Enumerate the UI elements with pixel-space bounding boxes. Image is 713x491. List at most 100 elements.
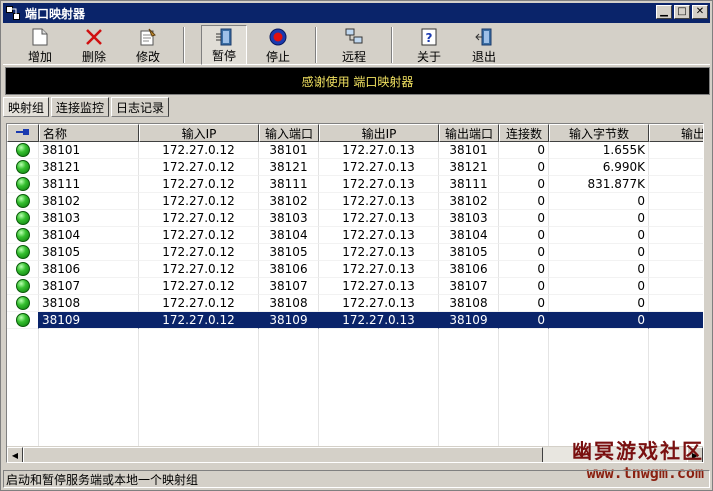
name-cell: 38121 [39, 159, 139, 176]
table-row[interactable]: 38103 172.27.0.12 38103 172.27.0.13 3810… [7, 210, 703, 227]
connections-cell: 0 [499, 278, 549, 295]
input-bytes-cell: 0 [549, 278, 649, 295]
column-header-connections[interactable]: 连接数 [499, 124, 549, 142]
input-port-cell: 38108 [259, 295, 319, 312]
close-button[interactable]: ✕ [692, 5, 708, 19]
output-ip-cell: 172.27.0.13 [319, 159, 439, 176]
output-bytes-cell [649, 312, 703, 329]
running-status-icon [15, 143, 30, 157]
table-row[interactable]: 38109 172.27.0.12 38109 172.27.0.13 3810… [7, 312, 703, 329]
modify-button[interactable]: 修改 [125, 25, 171, 65]
column-header-output-port[interactable]: 输出端口 [439, 124, 499, 142]
tab-mapping-groups[interactable]: 映射组 [3, 97, 50, 117]
column-header-name[interactable]: 名称 [39, 124, 139, 142]
name-cell: 38105 [39, 244, 139, 261]
column-header-input-bytes[interactable]: 输入字节数 [549, 124, 649, 142]
connections-cell: 0 [499, 210, 549, 227]
add-button[interactable]: 增加 [17, 25, 63, 65]
stop-button[interactable]: 停止 [255, 25, 301, 65]
tab-log[interactable]: 日志记录 [111, 97, 170, 117]
output-port-cell: 38109 [439, 312, 499, 329]
table-row[interactable]: 38101 172.27.0.12 38101 172.27.0.13 3810… [7, 142, 703, 159]
minimize-icon: ▁ [660, 6, 668, 17]
table-row[interactable]: 38106 172.27.0.12 38106 172.27.0.13 3810… [7, 261, 703, 278]
toolbar-separator [183, 27, 185, 63]
table-row[interactable]: 38102 172.27.0.12 38102 172.27.0.13 3810… [7, 193, 703, 210]
input-port-cell: 38109 [259, 312, 319, 329]
name-cell: 38109 [39, 312, 139, 329]
table-row[interactable]: 38108 172.27.0.12 38108 172.27.0.13 3810… [7, 295, 703, 312]
table-row[interactable]: 38105 172.27.0.12 38105 172.27.0.13 3810… [7, 244, 703, 261]
column-header-output-ip[interactable]: 输出IP [319, 124, 439, 142]
output-ip-cell: 172.27.0.13 [319, 193, 439, 210]
output-bytes-cell [649, 159, 703, 176]
arrow-left-icon: ◀ [11, 450, 19, 460]
name-cell: 38111 [39, 176, 139, 193]
scroll-left-button[interactable]: ◀ [7, 447, 23, 462]
status-column-header[interactable] [7, 124, 39, 142]
pin-icon [15, 126, 31, 140]
tab-strip: 映射组 连接监控 日志记录 [3, 97, 171, 117]
column-header-output[interactable]: 输出 [649, 124, 703, 142]
status-text: 启动和暂停服务端或本地一个映射组 [6, 472, 199, 487]
output-ip-cell: 172.27.0.13 [319, 312, 439, 329]
input-ip-cell: 172.27.0.12 [139, 193, 259, 210]
exit-door-icon [473, 27, 495, 47]
list-header: 名称 输入IP 输入端口 输出IP 输出端口 连接数 输入字节数 输出 [7, 124, 703, 142]
input-ip-cell: 172.27.0.12 [139, 210, 259, 227]
title-bar[interactable]: 端口映射器 ▁ □ ✕ [3, 3, 710, 23]
input-bytes-cell: 6.990K [549, 159, 649, 176]
exit-button[interactable]: 退出 [461, 25, 507, 65]
delete-label: 删除 [81, 50, 106, 64]
output-bytes-cell [649, 176, 703, 193]
table-row[interactable]: 38111 172.27.0.12 38111 172.27.0.13 3811… [7, 176, 703, 193]
name-cell: 38107 [39, 278, 139, 295]
tab-connection-monitor[interactable]: 连接监控 [51, 97, 110, 117]
running-status-icon [15, 211, 30, 225]
input-port-cell: 38121 [259, 159, 319, 176]
input-ip-cell: 172.27.0.12 [139, 278, 259, 295]
input-ip-cell: 172.27.0.12 [139, 227, 259, 244]
about-label: 关于 [416, 50, 441, 64]
about-button[interactable]: ? 关于 [406, 25, 452, 65]
input-ip-cell: 172.27.0.12 [139, 159, 259, 176]
table-row[interactable]: 38104 172.27.0.12 38104 172.27.0.13 3810… [7, 227, 703, 244]
mapping-list[interactable]: 名称 输入IP 输入端口 输出IP 输出端口 连接数 输入字节数 输出 3810… [6, 123, 704, 463]
name-cell: 38102 [39, 193, 139, 210]
help-icon: ? [418, 27, 440, 47]
window-title: 端口映射器 [25, 6, 86, 21]
output-ip-cell: 172.27.0.13 [319, 261, 439, 278]
output-port-cell: 38107 [439, 278, 499, 295]
output-ip-cell: 172.27.0.13 [319, 210, 439, 227]
input-bytes-cell: 1.655K [549, 142, 649, 159]
running-status-icon [15, 262, 30, 276]
column-header-input-port[interactable]: 输入端口 [259, 124, 319, 142]
input-port-cell: 38107 [259, 278, 319, 295]
output-bytes-cell [649, 278, 703, 295]
pause-button[interactable]: 暂停 [201, 25, 247, 65]
output-port-cell: 38111 [439, 176, 499, 193]
edit-document-icon [137, 27, 159, 47]
maximize-icon: □ [677, 6, 687, 17]
output-bytes-cell [649, 227, 703, 244]
status-cell [7, 261, 39, 278]
minimize-button[interactable]: ▁ [656, 5, 672, 19]
status-cell [7, 193, 39, 210]
input-port-cell: 38102 [259, 193, 319, 210]
add-label: 增加 [27, 50, 52, 64]
maximize-button[interactable]: □ [674, 5, 690, 19]
table-row[interactable]: 38121 172.27.0.12 38121 172.27.0.13 3812… [7, 159, 703, 176]
input-bytes-cell: 0 [549, 261, 649, 278]
table-row[interactable]: 38107 172.27.0.12 38107 172.27.0.13 3810… [7, 278, 703, 295]
input-ip-cell: 172.27.0.12 [139, 312, 259, 329]
watermark-title: 幽冥游戏社区 [572, 439, 704, 463]
connections-cell: 0 [499, 193, 549, 210]
connections-cell: 0 [499, 295, 549, 312]
connections-cell: 0 [499, 227, 549, 244]
delete-button[interactable]: 删除 [71, 25, 117, 65]
column-header-input-ip[interactable]: 输入IP [139, 124, 259, 142]
list-rows: 38101 172.27.0.12 38101 172.27.0.13 3810… [7, 142, 703, 329]
running-status-icon [15, 296, 30, 310]
remote-button[interactable]: 远程 [331, 25, 377, 65]
scrollbar-thumb[interactable] [23, 447, 543, 462]
